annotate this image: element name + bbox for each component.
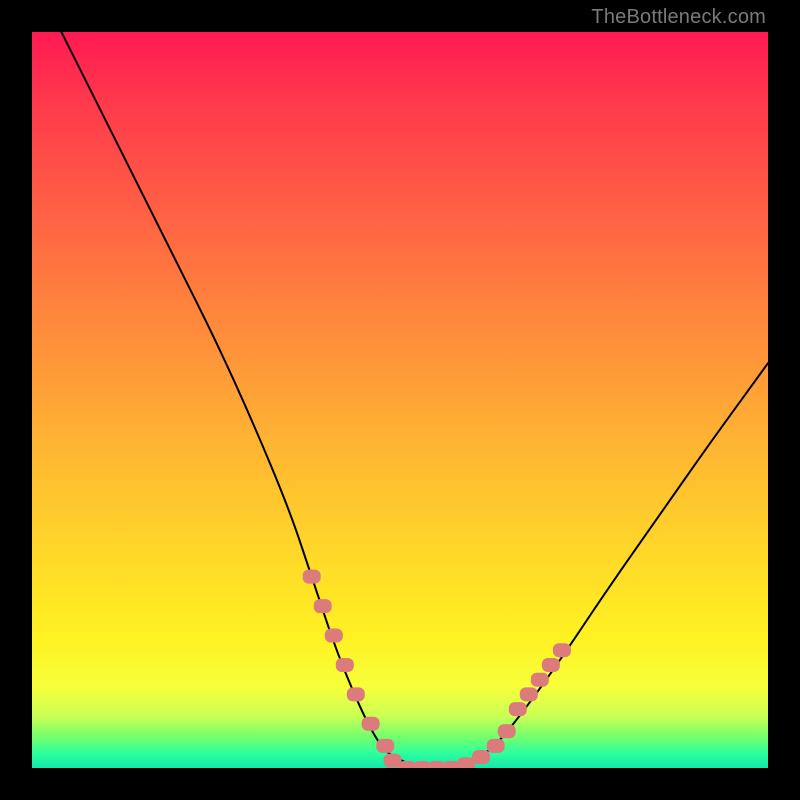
data-point xyxy=(531,673,549,687)
data-point xyxy=(472,750,490,764)
chart-svg xyxy=(32,32,768,768)
curve-line xyxy=(61,32,768,768)
data-point xyxy=(509,702,527,716)
data-point xyxy=(314,599,332,613)
data-point xyxy=(553,643,571,657)
data-point xyxy=(498,724,516,738)
data-point xyxy=(376,739,394,753)
data-point xyxy=(325,629,343,643)
data-point xyxy=(520,687,538,701)
data-point xyxy=(347,687,365,701)
watermark-text: TheBottleneck.com xyxy=(591,6,766,29)
data-point xyxy=(336,658,354,672)
data-point xyxy=(303,570,321,584)
data-point xyxy=(487,739,505,753)
data-point xyxy=(362,717,380,731)
data-point xyxy=(542,658,560,672)
plot-area xyxy=(32,32,768,768)
chart-frame: TheBottleneck.com xyxy=(0,0,800,800)
